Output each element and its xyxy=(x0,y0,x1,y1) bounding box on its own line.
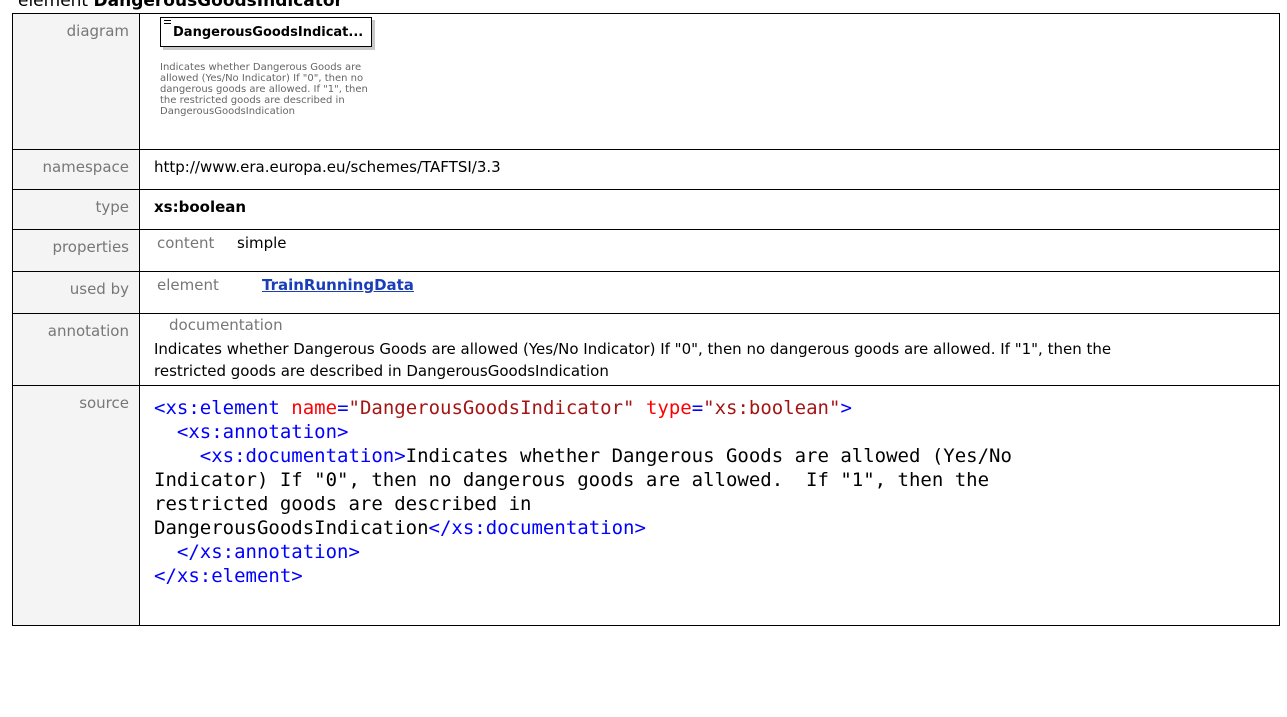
properties-cell: content simple xyxy=(139,229,1280,272)
row-type: type xs:boolean xyxy=(12,189,1280,230)
row-properties: properties content simple xyxy=(12,229,1280,272)
source-code: <xs:element name="DangerousGoodsIndicato… xyxy=(154,397,1012,587)
element-lines-icon xyxy=(164,20,171,26)
properties-content-value: simple xyxy=(237,234,287,252)
label-type: type xyxy=(12,189,140,230)
row-source: source <xs:element name="DangerousGoodsI… xyxy=(12,385,1280,626)
row-annotation: annotation documentation Indicates wheth… xyxy=(12,313,1280,386)
diagram-element-box[interactable]: DangerousGoodsIndicat... xyxy=(160,17,372,47)
source-cell: <xs:element name="DangerousGoodsIndicato… xyxy=(139,385,1280,626)
label-annotation: annotation xyxy=(12,313,140,386)
used-by-element-label: element xyxy=(157,276,219,294)
diagram-documentation: Indicates whether Dangerous Goods are al… xyxy=(160,62,368,117)
heading-element-name: DangerousGoodsIndicator xyxy=(93,0,343,11)
used-by-cell: element TrainRunningData xyxy=(139,271,1280,314)
annotation-cell: documentation Indicates whether Dangerou… xyxy=(139,313,1280,386)
heading-prefix: element xyxy=(18,0,94,11)
row-diagram: diagram DangerousGoodsIndicat... Indicat… xyxy=(12,13,1280,150)
diagram: DangerousGoodsIndicat... Indicates wheth… xyxy=(140,14,1279,149)
annotation-text: Indicates whether Dangerous Goods are al… xyxy=(154,340,1112,380)
label-diagram: diagram xyxy=(12,13,140,150)
row-namespace: namespace http://www.era.europa.eu/schem… xyxy=(12,149,1280,190)
annotation-documentation-label: documentation xyxy=(169,316,283,334)
label-namespace: namespace xyxy=(12,149,140,190)
label-source: source xyxy=(12,385,140,626)
diagram-element-name: DangerousGoodsIndicat... xyxy=(173,25,364,40)
row-used-by: used by element TrainRunningData xyxy=(12,271,1280,314)
diagram-cell: DangerousGoodsIndicat... Indicates wheth… xyxy=(139,13,1280,150)
page-heading: element DangerousGoodsIndicator xyxy=(18,0,343,11)
element-doc-table: diagram DangerousGoodsIndicat... Indicat… xyxy=(12,13,1280,626)
properties-content-label: content xyxy=(157,234,215,252)
type-value: xs:boolean xyxy=(139,189,1280,230)
used-by-link[interactable]: TrainRunningData xyxy=(262,276,414,294)
label-properties: properties xyxy=(12,229,140,272)
namespace-value: http://www.era.europa.eu/schemes/TAFTSI/… xyxy=(139,149,1280,190)
label-used-by: used by xyxy=(12,271,140,314)
